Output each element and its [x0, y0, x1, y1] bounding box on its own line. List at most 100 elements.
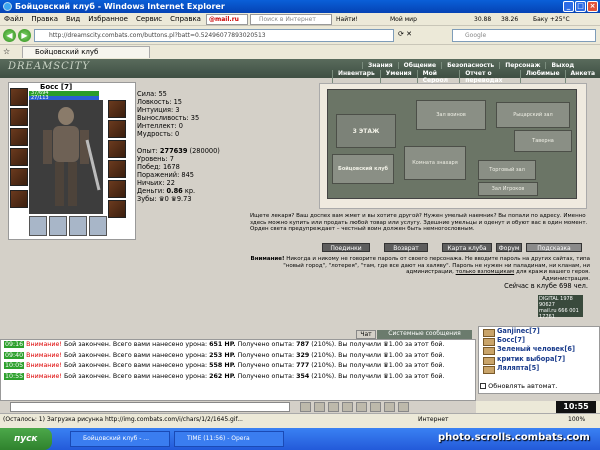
forum-button[interactable]: Форум — [496, 243, 522, 252]
window-titlebar: Бойцовский клуб - Windows Internet Explo… — [0, 0, 600, 13]
duels-button[interactable]: Поединки — [322, 243, 370, 252]
tab-combats[interactable]: Бойцовский клуб — [22, 46, 150, 58]
helmet-slot-icon[interactable] — [10, 88, 28, 106]
site-counter[interactable]: DIGITAL 1978 90627 mail.ru 666 001 17761 — [538, 295, 583, 320]
player-item[interactable]: Босс[7] — [479, 336, 599, 347]
menu-favorites[interactable]: Избранное — [88, 15, 128, 23]
map-room-trade[interactable]: Торговый зал — [478, 160, 536, 180]
mymir-button[interactable]: Мой мир — [390, 14, 417, 25]
chat-log[interactable]: 09:16 Внимание! Бой закончен. Всего вами… — [0, 339, 476, 401]
player-item[interactable]: критик выбора[7] — [479, 355, 599, 365]
chat-input[interactable] — [10, 402, 290, 412]
web-search-input[interactable]: Поиск в Интернет — [250, 14, 332, 25]
menu-help[interactable]: Справка — [170, 15, 201, 23]
back-icon[interactable]: ◀ — [3, 29, 16, 42]
chat-line: 09:16 Внимание! Бой закончен. Всего вами… — [4, 341, 445, 348]
map-room-warriors[interactable]: Зал воинов — [416, 100, 486, 130]
status-text: (Осталось: 1) Загрузка рисунка http://im… — [3, 416, 243, 423]
gloves-slot-icon[interactable] — [10, 190, 28, 208]
google-search-input[interactable]: Google — [452, 29, 596, 42]
armor-slot-icon[interactable] — [10, 128, 28, 146]
shield-slot-icon[interactable] — [108, 160, 126, 178]
hackers-link[interactable]: только взломщикам — [456, 269, 515, 275]
nav-communication[interactable]: Общение — [397, 62, 441, 69]
menu-tools[interactable]: Сервис — [136, 15, 162, 23]
maximize-button[interactable]: □ — [575, 1, 586, 12]
nav-profile[interactable]: Анкета — [564, 70, 600, 84]
checkbox-icon[interactable] — [480, 383, 486, 389]
nav-exit[interactable]: Выход — [545, 62, 579, 69]
map-room-healer[interactable]: Комната знахаря — [404, 146, 466, 180]
map-room-knights[interactable]: Рыцарский зал — [496, 102, 570, 128]
player-item[interactable]: Зеленый человек[6] — [479, 345, 599, 356]
player-item[interactable]: Ganjinec[7] — [479, 327, 599, 338]
potion-slot-icon[interactable] — [29, 216, 47, 236]
offhand-slot-icon[interactable] — [108, 180, 126, 198]
minimize-button[interactable]: _ — [563, 1, 574, 12]
nav-skills[interactable]: Умения — [379, 70, 417, 84]
ring-slot-icon[interactable] — [108, 140, 126, 158]
stat-intellect: Интеллект: 0 — [137, 122, 183, 130]
earring-slot-icon[interactable] — [108, 100, 126, 118]
menu-view[interactable]: Вид — [66, 15, 80, 23]
character-stats: Сила: 55 Ловкость: 15 Интуиция: 3 Выносл… — [137, 90, 267, 203]
status-bar: (Осталось: 1) Загрузка рисунка http://im… — [0, 413, 600, 425]
close-button[interactable]: × — [587, 1, 598, 12]
chat-line: 09:40 Внимание! Бой закончен. Всего вами… — [4, 351, 445, 359]
potion-slot-icon[interactable] — [89, 216, 107, 236]
stat-endurance: Выносливость: 35 — [137, 114, 200, 122]
send-icon[interactable] — [300, 402, 311, 412]
tab-system-messages[interactable]: Системные сообщения — [377, 330, 472, 339]
task-ie[interactable]: Бойцовский клуб - ... — [70, 431, 170, 447]
tab-chat[interactable]: Чат — [356, 330, 376, 339]
weather-label: Баку +25°C — [533, 16, 570, 23]
clear-icon[interactable] — [314, 402, 325, 412]
start-button[interactable]: пуск — [0, 428, 52, 450]
nav-character[interactable]: Персонаж — [499, 62, 545, 69]
nav-knowledge[interactable]: Знания — [362, 62, 398, 69]
nav-favorites[interactable]: Любимые — [519, 70, 565, 84]
mailru-logo[interactable]: @mail.ru — [206, 14, 248, 25]
url-input[interactable]: http://dreamscity.combats.com/buttons.pl… — [34, 29, 394, 42]
boots-slot-icon[interactable] — [108, 200, 126, 218]
zone-label: Интернет — [418, 416, 449, 423]
player-item[interactable]: Ляляпта[5] — [479, 364, 599, 375]
stat-wins: Побед: 1678 — [137, 163, 180, 171]
club-map-button[interactable]: Карта клуба — [442, 243, 492, 252]
potion-slot-icon[interactable] — [49, 216, 67, 236]
task-opera[interactable]: TIME (11:56) - Opera — [174, 431, 284, 447]
site-nav-top: Знания Общение Безопасность Персонаж Вых… — [362, 62, 579, 69]
map-room-tavern[interactable]: Таверна — [514, 130, 572, 152]
nav-security[interactable]: Безопасность — [441, 62, 499, 69]
nav-inventory[interactable]: Инвентарь — [332, 70, 380, 84]
map-room-fight-club[interactable]: Бойцовский клуб — [332, 154, 394, 184]
nav-my-seroll[interactable]: Мой Сероол — [416, 70, 460, 84]
menu-edit[interactable]: Правка — [31, 15, 58, 23]
hint-button[interactable]: Подсказка — [526, 243, 582, 252]
settings-icon[interactable] — [370, 402, 381, 412]
translit-icon[interactable] — [342, 402, 353, 412]
stock-usd: 30.88 — [474, 16, 492, 23]
stat-teeth: Зубы: ♛0 ♛9.73 — [137, 195, 192, 203]
bracer-slot-icon[interactable] — [10, 148, 28, 166]
find-button[interactable]: Найти! — [336, 14, 358, 25]
potion-slot-icon[interactable] — [69, 216, 87, 236]
map-room-floor3[interactable]: 3 ЭТАЖ — [336, 114, 396, 148]
friends-icon[interactable] — [384, 402, 395, 412]
auto-refresh-checkbox[interactable]: Обновлять автомат. — [480, 382, 557, 390]
favorites-star-icon[interactable]: ☆ — [3, 47, 10, 56]
weapon-slot-icon[interactable] — [10, 108, 28, 126]
menu-file[interactable]: Файл — [4, 15, 23, 23]
belt-slot-icon[interactable] — [10, 168, 28, 186]
smiles-icon[interactable] — [328, 402, 339, 412]
amulet-slot-icon[interactable] — [108, 120, 126, 138]
filter-icon[interactable] — [356, 402, 367, 412]
refresh-stop-icons[interactable]: ⟳ ✕ — [398, 30, 446, 41]
exit-chat-icon[interactable] — [398, 402, 409, 412]
forward-icon[interactable]: ▶ — [18, 29, 31, 42]
zoom-level[interactable]: 100% — [568, 414, 585, 425]
return-button[interactable]: Возврат — [384, 243, 428, 252]
map-room-players[interactable]: Зал Игроков — [478, 182, 538, 196]
nav-transfer-report[interactable]: Отчет о переводах — [459, 70, 520, 84]
character-avatar — [29, 100, 103, 214]
